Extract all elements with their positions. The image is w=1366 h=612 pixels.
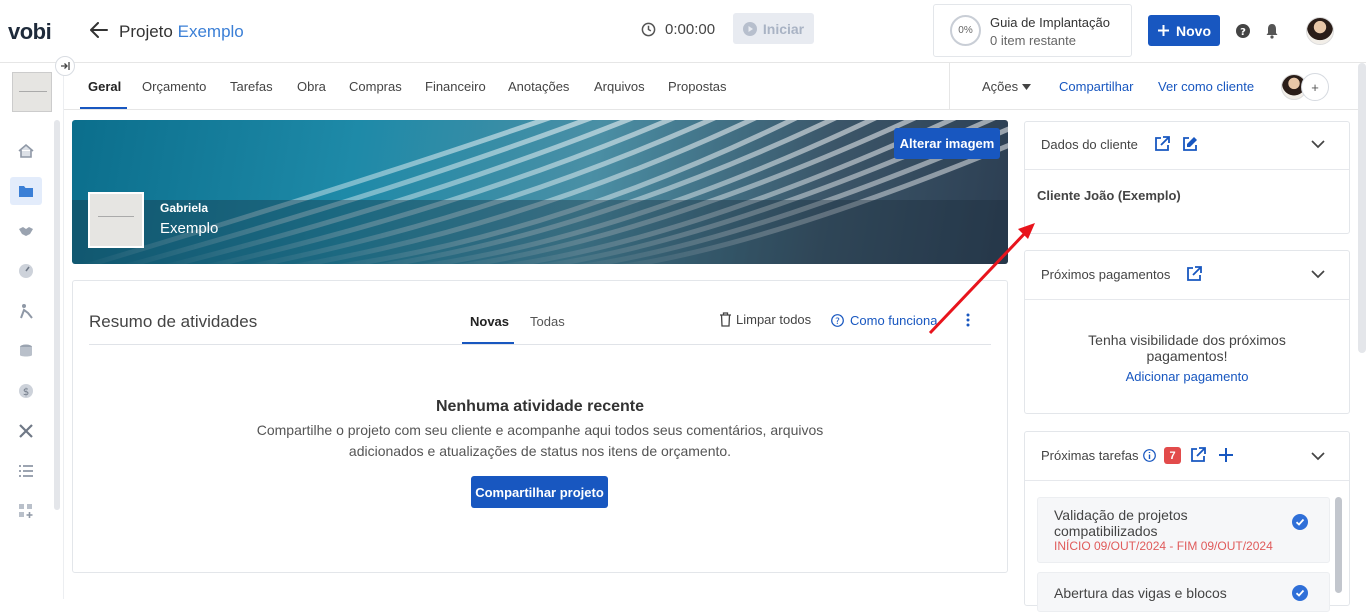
payments-empty-text: Tenha visibilidade dos próximos pagament… bbox=[1088, 332, 1286, 364]
external-link-icon[interactable] bbox=[1186, 266, 1202, 282]
add-task-icon[interactable] bbox=[1218, 447, 1234, 463]
actions-label: Ações bbox=[982, 79, 1019, 94]
tasks-card-divider bbox=[1025, 480, 1349, 481]
help-icon[interactable]: ? bbox=[1236, 24, 1250, 38]
guide-progress-circle: 0% bbox=[950, 15, 981, 46]
new-button[interactable]: Novo bbox=[1148, 15, 1220, 46]
project-title: Projeto Exemplo bbox=[119, 22, 244, 42]
tab-obra[interactable]: Obra bbox=[297, 79, 326, 94]
active-tab-indicator bbox=[80, 107, 127, 109]
client-name: Cliente João (Exemplo) bbox=[1037, 188, 1181, 203]
worker-icon[interactable] bbox=[10, 297, 42, 325]
tasks-card-title: Próximas tarefas bbox=[1041, 448, 1139, 463]
actions-dropdown[interactable]: Ações bbox=[982, 79, 1032, 94]
activity-title: Resumo de atividades bbox=[89, 312, 258, 331]
share-project-button[interactable]: Compartilhar projeto bbox=[471, 476, 608, 508]
clear-all-button[interactable]: Limpar todos bbox=[719, 312, 811, 327]
project-title-prefix: Projeto bbox=[119, 22, 173, 41]
new-button-label: Novo bbox=[1176, 22, 1211, 39]
tools-icon[interactable] bbox=[10, 417, 42, 445]
chevron-down-icon[interactable] bbox=[1311, 140, 1325, 149]
add-member-button[interactable]: + bbox=[1301, 73, 1329, 101]
back-arrow-icon[interactable] bbox=[90, 22, 108, 38]
client-card-title: Dados do cliente bbox=[1041, 137, 1138, 152]
folder-icon[interactable] bbox=[10, 177, 42, 205]
vobi-logo[interactable]: vobi bbox=[8, 19, 52, 45]
tab-propostas[interactable]: Propostas bbox=[668, 79, 727, 94]
svg-text:$: $ bbox=[23, 387, 29, 398]
guide-subtitle: 0 item restante bbox=[990, 33, 1076, 48]
timer-display: 0:00:00 bbox=[665, 21, 716, 38]
share-link[interactable]: Compartilhar bbox=[1059, 79, 1133, 94]
svg-text:?: ? bbox=[835, 317, 840, 327]
gauge-icon[interactable] bbox=[10, 257, 42, 285]
home-icon[interactable] bbox=[10, 137, 42, 165]
user-avatar[interactable] bbox=[1306, 17, 1334, 45]
tab-financeiro[interactable]: Financeiro bbox=[425, 79, 486, 94]
sidebar-scrollbar[interactable] bbox=[54, 120, 60, 510]
payments-card-divider bbox=[1025, 299, 1349, 300]
banner-owner-name: Gabriela bbox=[160, 201, 209, 215]
apps-add-icon[interactable] bbox=[10, 497, 42, 525]
empty-state-description: Compartilhe o projeto com seu cliente e … bbox=[256, 422, 824, 459]
page-scrollbar[interactable] bbox=[1358, 63, 1366, 353]
question-circle-icon: ? bbox=[831, 314, 844, 327]
check-circle-icon[interactable] bbox=[1292, 514, 1308, 530]
trash-icon bbox=[719, 312, 732, 327]
info-icon[interactable] bbox=[1143, 449, 1156, 462]
guide-title: Guia de Implantação bbox=[990, 15, 1110, 30]
banner-project-name: Exemplo bbox=[160, 220, 219, 237]
clock-icon bbox=[641, 22, 656, 37]
tasks-scrollbar[interactable] bbox=[1335, 497, 1342, 593]
chevron-down-icon[interactable] bbox=[1311, 270, 1325, 279]
client-card-divider bbox=[1025, 169, 1349, 170]
external-link-icon[interactable] bbox=[1154, 136, 1170, 152]
tab-arquivos[interactable]: Arquivos bbox=[594, 79, 645, 94]
play-icon bbox=[742, 21, 757, 36]
project-logo[interactable] bbox=[88, 192, 144, 248]
external-link-icon[interactable] bbox=[1190, 447, 1206, 463]
view-as-client-link[interactable]: Ver como cliente bbox=[1158, 79, 1254, 94]
tab-orcamento[interactable]: Orçamento bbox=[142, 79, 206, 94]
sidebar-expand-icon[interactable] bbox=[55, 56, 75, 76]
plus-icon bbox=[1157, 24, 1170, 37]
project-title-name[interactable]: Exemplo bbox=[178, 22, 244, 41]
caret-down-icon bbox=[1022, 83, 1032, 90]
activity-divider bbox=[89, 344, 991, 345]
project-cover-image bbox=[72, 120, 1008, 264]
task-item[interactable]: Validação de projetos compatibilizados I… bbox=[1037, 497, 1330, 563]
cover-pattern bbox=[72, 120, 1008, 264]
tab-tarefas[interactable]: Tarefas bbox=[230, 79, 273, 94]
annotation-arrow-icon bbox=[920, 215, 1045, 340]
handshake-icon[interactable] bbox=[10, 217, 42, 245]
svg-text:?: ? bbox=[1240, 27, 1246, 38]
project-tabs: Geral Orçamento Tarefas Obra Compras Fin… bbox=[64, 63, 1358, 110]
start-timer-button[interactable]: Iniciar bbox=[733, 13, 814, 44]
task-dates: INÍCIO 09/OUT/2024 - FIM 09/OUT/2024 bbox=[1054, 539, 1273, 553]
clear-all-label: Limpar todos bbox=[736, 312, 812, 327]
activity-tab-new[interactable]: Novas bbox=[470, 314, 509, 329]
task-item[interactable]: Abertura das vigas e blocos bbox=[1037, 572, 1330, 612]
payments-card-title: Próximos pagamentos bbox=[1041, 267, 1171, 282]
edit-icon[interactable] bbox=[1182, 136, 1198, 152]
add-payment-link[interactable]: Adicionar pagamento bbox=[1024, 369, 1350, 384]
company-logo-thumbnail[interactable] bbox=[12, 72, 52, 112]
tab-geral[interactable]: Geral bbox=[88, 79, 121, 94]
implementation-guide[interactable]: 0% Guia de Implantação 0 item restante bbox=[933, 4, 1132, 57]
tasks-count-badge: 7 bbox=[1164, 447, 1181, 464]
coins-icon[interactable] bbox=[10, 337, 42, 365]
activity-tab-all[interactable]: Todas bbox=[530, 314, 565, 329]
start-timer-label: Iniciar bbox=[762, 20, 805, 37]
list-icon[interactable] bbox=[10, 457, 42, 485]
tab-anotacoes[interactable]: Anotações bbox=[508, 79, 569, 94]
empty-state-title: Nenhuma atividade recente bbox=[435, 398, 645, 415]
tab-compras[interactable]: Compras bbox=[349, 79, 402, 94]
chevron-down-icon[interactable] bbox=[1311, 452, 1325, 461]
dollar-icon[interactable]: $ bbox=[10, 377, 42, 405]
top-header: vobi Projeto Exemplo 0:00:00 Iniciar 0% … bbox=[0, 0, 1366, 63]
bell-icon[interactable] bbox=[1265, 23, 1279, 39]
tabs-divider bbox=[949, 63, 950, 110]
change-image-button[interactable]: Alterar imagem bbox=[894, 128, 1000, 159]
task-title: Validação de projetos compatibilizados bbox=[1054, 507, 1188, 539]
